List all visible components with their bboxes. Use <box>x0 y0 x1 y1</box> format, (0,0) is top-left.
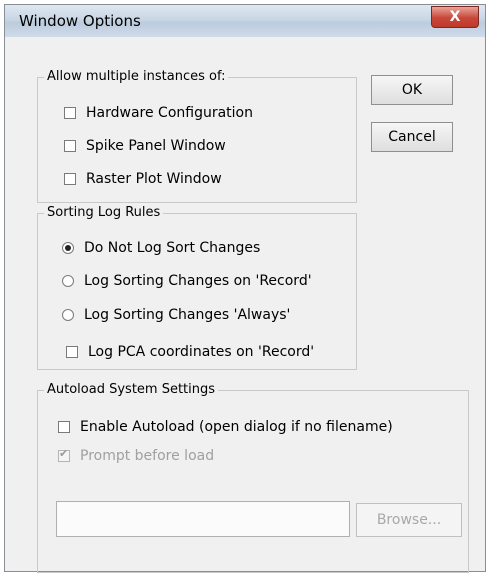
sorting-log-rules-legend: Sorting Log Rules <box>44 205 164 221</box>
radio-log-always[interactable]: Log Sorting Changes 'Always' <box>62 307 290 323</box>
checkbox-label: Spike Panel Window <box>86 138 226 154</box>
multiple-instances-group: Allow multiple instances of: Hardware Co… <box>37 69 357 203</box>
radio-label: Log Sorting Changes on 'Record' <box>84 273 312 289</box>
checkbox-label: Enable Autoload (open dialog if no filen… <box>80 419 393 435</box>
radio-button[interactable] <box>62 275 74 287</box>
radio-label: Log Sorting Changes 'Always' <box>84 307 291 323</box>
checkbox-label: Hardware Configuration <box>86 105 253 121</box>
autoload-settings-group: Autoload System Settings Enable Autoload… <box>37 382 469 573</box>
window-options-dialog: Window Options X Allow multiple instance… <box>4 4 486 573</box>
hardware-configuration-checkbox[interactable]: Hardware Configuration <box>64 105 253 121</box>
radio-label: Do Not Log Sort Changes <box>84 240 261 256</box>
spike-panel-window-checkbox[interactable]: Spike Panel Window <box>64 138 226 154</box>
checkbox-label: Log PCA coordinates on 'Record' <box>88 344 315 360</box>
checkbox-box[interactable] <box>64 140 76 152</box>
radio-log-on-record[interactable]: Log Sorting Changes on 'Record' <box>62 273 312 289</box>
browse-button[interactable]: Browse... <box>356 503 462 537</box>
close-icon: X <box>449 9 461 25</box>
checkbox-box[interactable] <box>66 346 78 358</box>
log-pca-checkbox[interactable]: Log PCA coordinates on 'Record' <box>66 344 314 360</box>
raster-plot-window-checkbox[interactable]: Raster Plot Window <box>64 171 222 187</box>
title-bar: Window Options X <box>5 5 485 37</box>
radio-button[interactable] <box>62 309 74 321</box>
enable-autoload-checkbox[interactable]: Enable Autoload (open dialog if no filen… <box>58 419 393 435</box>
checkbox-label: Prompt before load <box>80 448 215 464</box>
multiple-instances-legend: Allow multiple instances of: <box>44 69 229 85</box>
radio-button[interactable] <box>62 242 74 254</box>
autoload-settings-legend: Autoload System Settings <box>44 382 219 398</box>
radio-do-not-log[interactable]: Do Not Log Sort Changes <box>62 240 260 256</box>
checkbox-box[interactable] <box>58 447 70 462</box>
sorting-log-rules-group: Sorting Log Rules Do Not Log Sort Change… <box>37 205 357 370</box>
autoload-filename-field[interactable] <box>56 501 350 537</box>
ok-button[interactable]: OK <box>371 75 453 105</box>
cancel-button[interactable]: Cancel <box>371 122 453 152</box>
dialog-client-area: Allow multiple instances of: Hardware Co… <box>5 37 485 573</box>
dialog-title: Window Options <box>19 12 141 30</box>
prompt-before-load-checkbox[interactable]: Prompt before load <box>58 447 215 464</box>
checkbox-box[interactable] <box>64 173 76 185</box>
checkbox-box[interactable] <box>64 107 76 119</box>
close-button[interactable]: X <box>431 6 479 28</box>
checkbox-label: Raster Plot Window <box>86 171 222 187</box>
checkbox-box[interactable] <box>58 421 70 433</box>
